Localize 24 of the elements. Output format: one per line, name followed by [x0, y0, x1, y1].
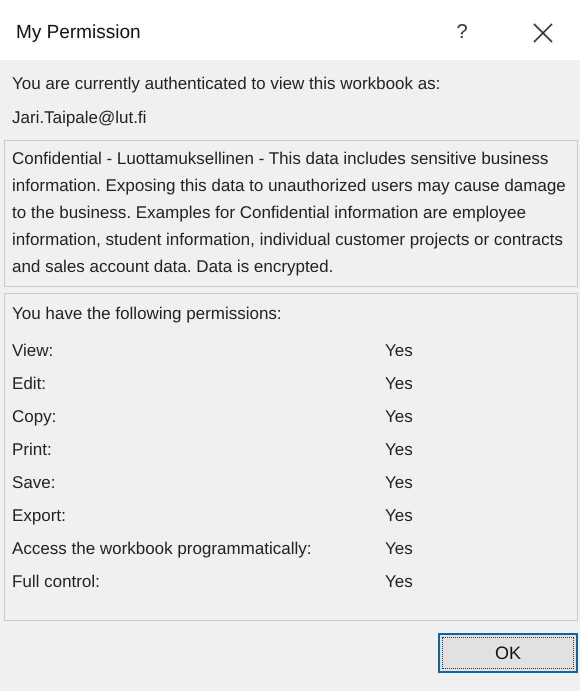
help-button[interactable]: ? [452, 16, 472, 44]
permission-label: Edit: [12, 373, 48, 395]
permission-label: Export: [12, 505, 67, 527]
user-email: Jari.Taipale@lut.fi [11, 107, 148, 129]
intro-text: You are currently authenticated to view this workbook as: [11, 73, 442, 95]
close-icon[interactable] [532, 22, 554, 44]
permissions-heading: You have the following permissions: [12, 304, 282, 323]
permission-value: Yes [385, 373, 414, 395]
permission-label: View: [12, 340, 54, 362]
permission-value: Yes [385, 340, 414, 362]
permission-label: Print: [12, 439, 53, 461]
permission-label: Access the workbook programmatically: [12, 538, 313, 560]
permission-label: Full control: [12, 571, 101, 593]
window-title: My Permission [16, 21, 142, 44]
permission-value: Yes [385, 571, 414, 593]
ok-button[interactable]: OK [438, 633, 578, 673]
permission-label: Save: [12, 472, 56, 494]
permission-value: Yes [385, 505, 414, 527]
permission-label: Copy: [12, 406, 58, 428]
permission-value: Yes [385, 406, 414, 428]
classification-description: Confidential - Luottamuksellinen - This data includes sensitive business information. Exposing this data to unauthorized users may cause damage to the business. Examples for Confidential information are employee information, student information, individual customer projects or contracts and sales account data. Data is encrypted. [4, 140, 578, 287]
permission-value: Yes [385, 439, 414, 461]
permission-value: Yes [385, 538, 414, 560]
permission-value: Yes [385, 472, 414, 494]
